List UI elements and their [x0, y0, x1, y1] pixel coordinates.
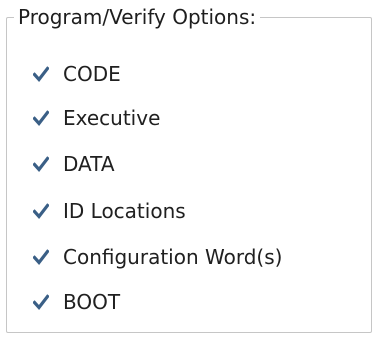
data-checkbox[interactable] [33, 156, 49, 172]
option-data[interactable]: DATA [33, 151, 115, 177]
option-id-locations[interactable]: ID Locations [33, 198, 186, 224]
data-label: DATA [63, 152, 115, 176]
checkmark-icon [33, 203, 49, 219]
boot-checkbox[interactable] [33, 294, 49, 310]
code-checkbox[interactable] [33, 66, 49, 82]
checkmark-icon [33, 156, 49, 172]
checkmark-icon [33, 294, 49, 310]
configuration-words-checkbox[interactable] [33, 249, 49, 265]
group-title: Program/Verify Options: [14, 6, 261, 28]
id-locations-checkbox[interactable] [33, 203, 49, 219]
checkmark-icon [33, 66, 49, 82]
configuration-words-label: Configuration Word(s) [63, 245, 283, 269]
option-executive[interactable]: Executive [33, 105, 161, 131]
code-label: CODE [63, 62, 121, 86]
boot-label: BOOT [63, 290, 121, 314]
executive-label: Executive [63, 106, 161, 130]
executive-checkbox[interactable] [33, 110, 49, 126]
checkmark-icon [33, 249, 49, 265]
id-locations-label: ID Locations [63, 199, 186, 223]
option-code[interactable]: CODE [33, 61, 121, 87]
option-configuration-words[interactable]: Configuration Word(s) [33, 244, 283, 270]
checkmark-icon [33, 110, 49, 126]
option-boot[interactable]: BOOT [33, 289, 121, 315]
